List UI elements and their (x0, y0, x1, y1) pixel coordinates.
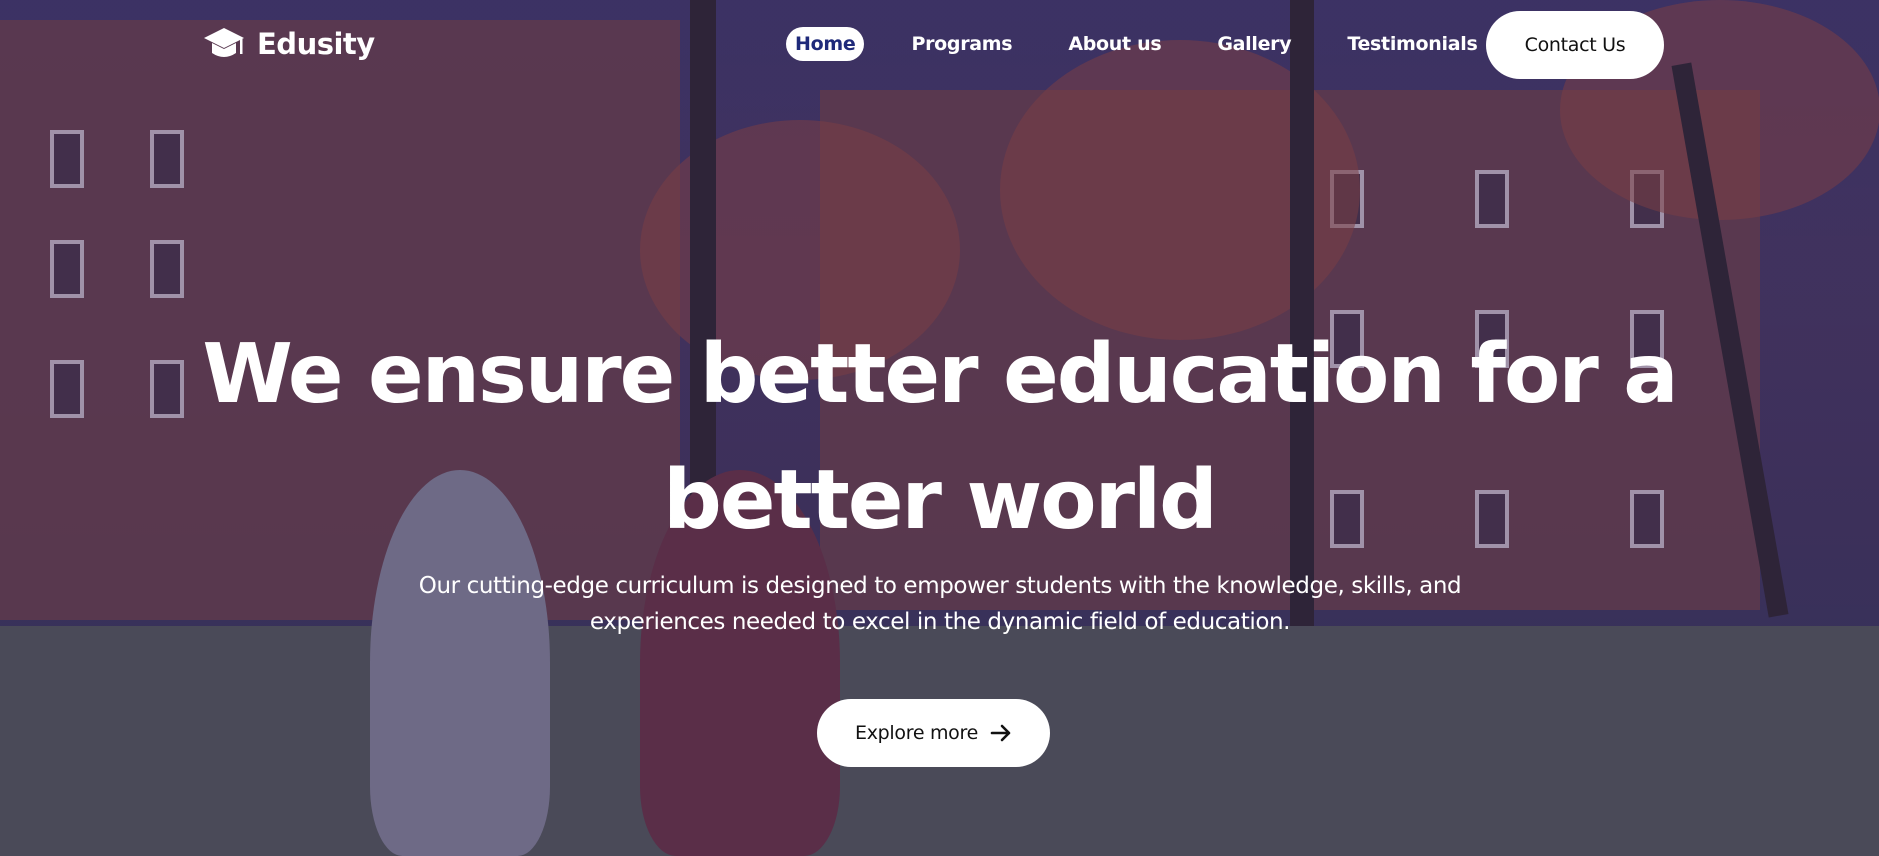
hero-section: Edusity Home Programs About us Gallery T… (0, 0, 1879, 856)
graduation-cap-icon (204, 28, 244, 57)
brand-name: Edusity (257, 27, 375, 61)
nav-menu: Home Programs About us Gallery Testimoni… (786, 27, 1525, 61)
nav-item-about-us[interactable]: About us (1059, 27, 1170, 61)
nav-item-home[interactable]: Home (786, 27, 865, 61)
explore-more-label: Explore more (855, 722, 978, 744)
hero-subtitle-line-1: Our cutting-edge curriculum is designed … (418, 573, 1462, 599)
nav-item-programs[interactable]: Programs (902, 27, 1021, 61)
hero-subtitle-line-2: experiences needed to excel in the dynam… (589, 609, 1291, 635)
nav-item-gallery[interactable]: Gallery (1208, 27, 1300, 61)
explore-more-button[interactable]: Explore more (817, 699, 1050, 767)
arrow-right-icon (990, 724, 1011, 742)
nav-item-testimonials[interactable]: Testimonials (1338, 27, 1486, 61)
contact-us-button[interactable]: Contact Us (1486, 11, 1664, 79)
hero-headline-line-1: We ensure better education for a (202, 327, 1678, 422)
hero-headline: We ensure better education for a better … (0, 312, 1879, 564)
brand-logo[interactable]: Edusity (203, 26, 375, 62)
top-navigation: Edusity Home Programs About us Gallery T… (0, 0, 1879, 92)
hero-headline-line-2: better world (663, 453, 1218, 548)
hero-subtitle: Our cutting-edge curriculum is designed … (390, 568, 1490, 640)
